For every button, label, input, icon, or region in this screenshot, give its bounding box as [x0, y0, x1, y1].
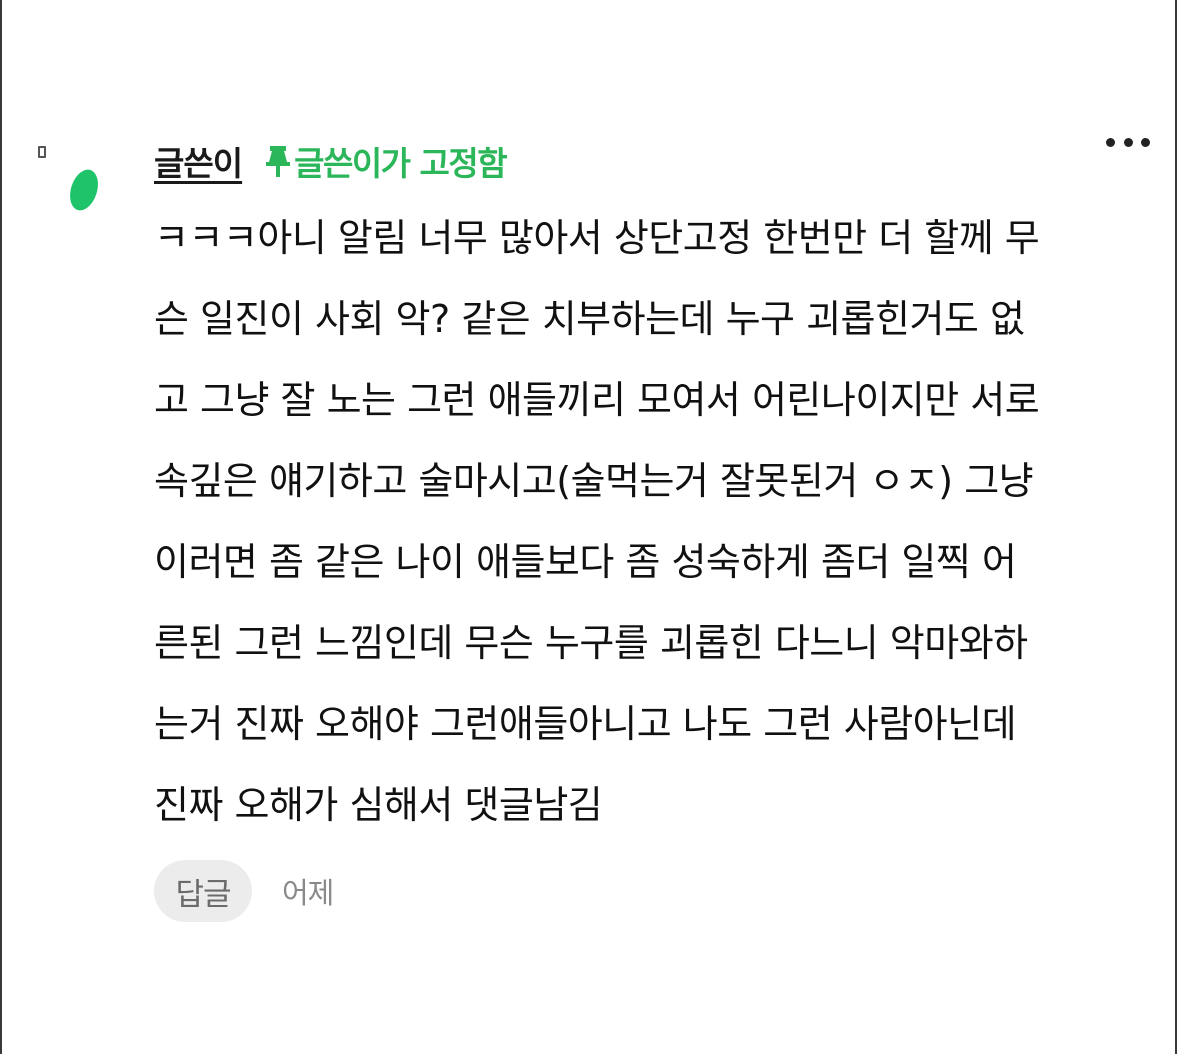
- more-dot-icon: [1141, 137, 1150, 147]
- comment-line: 진짜 오해가 심해서 댓글남김: [154, 783, 603, 827]
- pinned-label: 글쓴이가 고정함: [294, 144, 508, 183]
- pinned-badge: 글쓴이가 고정함: [264, 137, 508, 185]
- comment-line: 속깊은 얘기하고 술마시고(술먹는거 잘못된거 ㅇㅈ) 그냥: [154, 459, 1034, 503]
- comment-footer: 답글 어제: [154, 860, 334, 922]
- more-options-button[interactable]: [1106, 128, 1150, 156]
- comment-body: ㅋㅋㅋ아니 알림 너무 많아서 상단고정 한번만 더 할께 무 슨 일진이 사회…: [154, 198, 1154, 846]
- more-dot-icon: [1123, 137, 1133, 147]
- avatar[interactable]: [64, 166, 104, 214]
- status-indicator-icon: [38, 146, 46, 158]
- author-name[interactable]: 글쓴이: [154, 137, 243, 185]
- comment-line: 고 그냥 잘 노는 그런 애들끼리 모여서 어린나이지만 서로: [154, 378, 1040, 422]
- timestamp: 어제: [282, 876, 334, 910]
- comment-line: ㅋㅋㅋ아니 알림 너무 많아서 상단고정 한번만 더 할께 무: [154, 216, 1040, 260]
- comment-line: 른된 그런 느낌인데 무슨 누구를 괴롭힌 다느니 악마와하: [154, 621, 1028, 665]
- comment-line: 슨 일진이 사회 악? 같은 치부하는데 누구 괴롭힌거도 없: [154, 297, 1025, 341]
- comment-line: 이러면 좀 같은 나이 애들보다 좀 성숙하게 좀더 일찍 어: [154, 540, 1017, 584]
- comment-header: 글쓴이 글쓴이가 고정함: [154, 136, 508, 186]
- reply-button[interactable]: 답글: [154, 860, 252, 922]
- more-dot-icon: [1106, 137, 1115, 147]
- pin-icon: [266, 146, 291, 177]
- comment-line: 는거 진짜 오해야 그런애들아니고 나도 그런 사람아닌데: [154, 702, 1017, 746]
